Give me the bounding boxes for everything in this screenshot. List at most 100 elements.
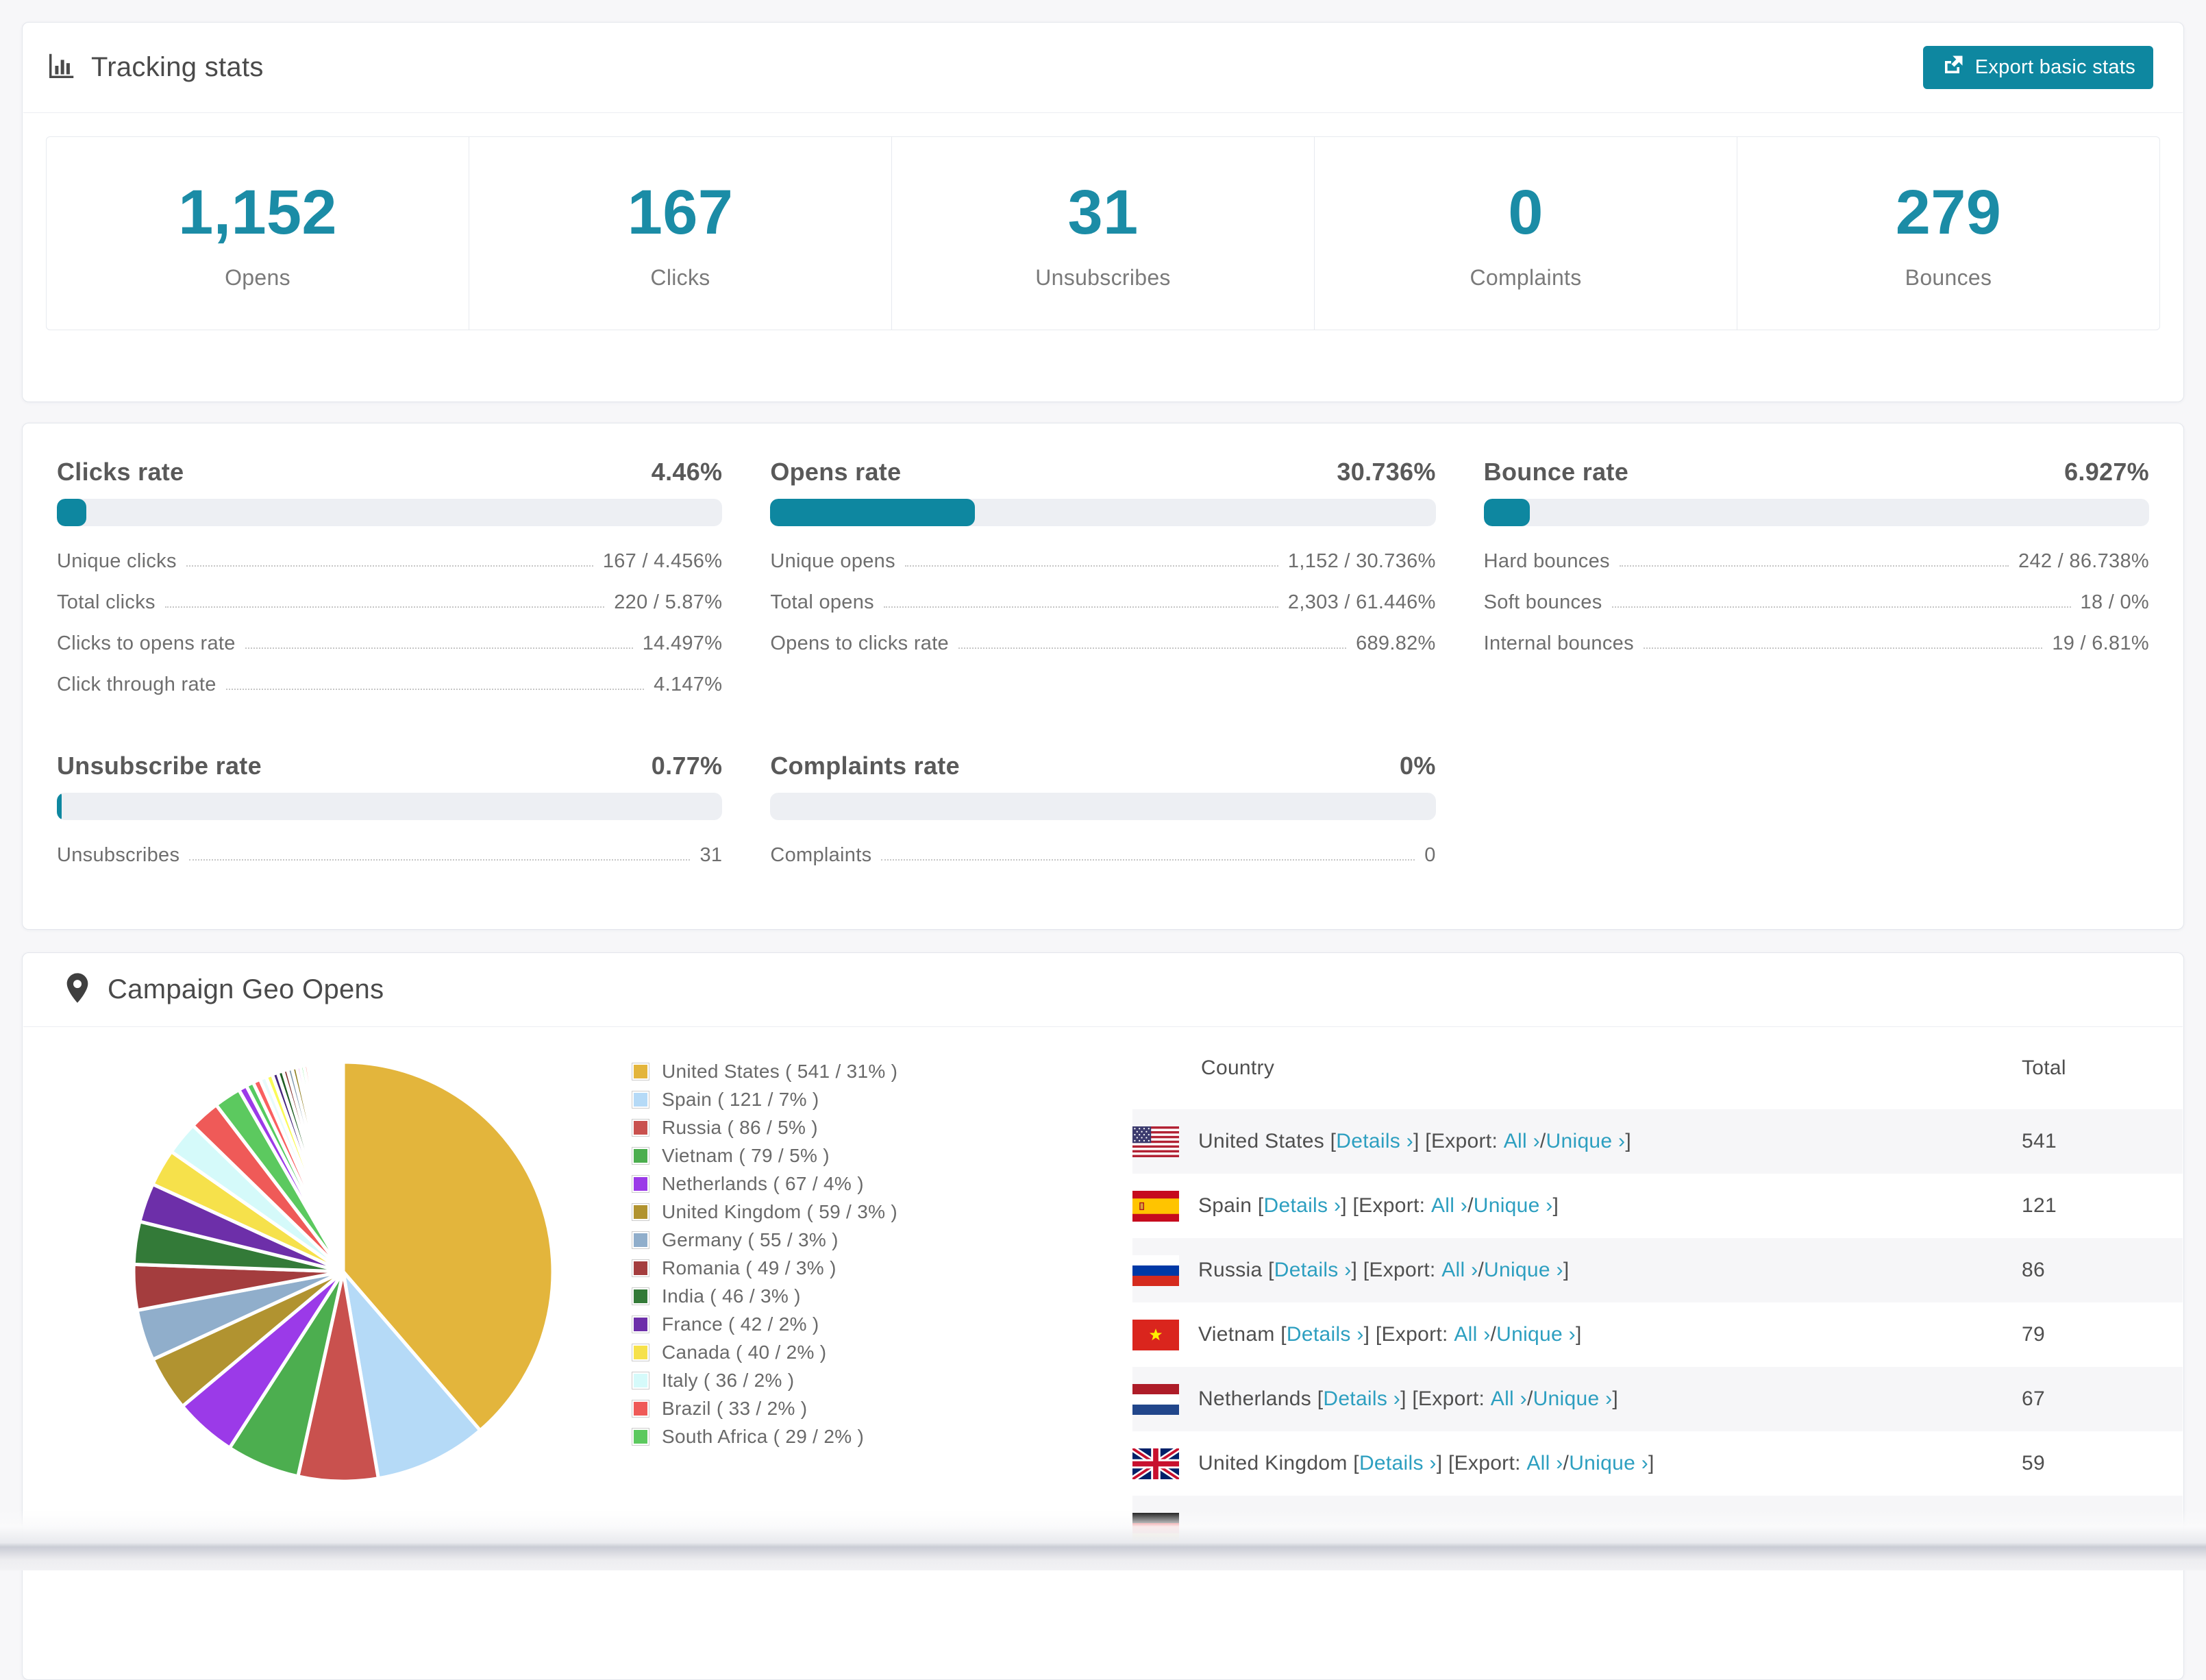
export-unique-link[interactable]: Unique › bbox=[1533, 1387, 1613, 1411]
rate-title: Bounce rate bbox=[1483, 458, 1629, 486]
export-unique-link[interactable]: Unique › bbox=[1569, 1452, 1648, 1475]
export-unique-link[interactable]: Unique › bbox=[1474, 1194, 1553, 1218]
rate-card-bounce-rate: Bounce rate 6.927% Hard bounces 242 / 86.73… bbox=[1483, 458, 2149, 705]
detail-label: Unsubscribes bbox=[57, 843, 180, 866]
stat-value: 279 bbox=[1895, 177, 2002, 247]
export-all-link[interactable]: All › bbox=[1431, 1194, 1467, 1218]
table-row-spain: Spain [Details ›] [Export: All › / Uniqu… bbox=[1132, 1174, 2183, 1238]
legend-swatch bbox=[632, 1062, 649, 1080]
legend-swatch bbox=[632, 1287, 649, 1305]
details-link[interactable]: Details › bbox=[1359, 1452, 1437, 1475]
dotted-leader bbox=[225, 689, 645, 690]
country-name: United Kingdom bbox=[1198, 1452, 1348, 1474]
legend-swatch bbox=[632, 1259, 649, 1277]
total-value: 86 bbox=[2022, 1259, 2045, 1281]
total-value: 121 bbox=[2022, 1194, 2057, 1217]
legend-swatch-color bbox=[634, 1261, 647, 1275]
detail-label: Total clicks bbox=[57, 591, 156, 613]
dotted-leader bbox=[904, 565, 1278, 567]
legend-item-italy: Italy ( 36 / 2% ) bbox=[632, 1366, 897, 1394]
progress-bar bbox=[770, 499, 1436, 526]
flag-es-icon bbox=[1132, 1190, 1179, 1222]
legend-label: Vietnam ( 79 / 5% ) bbox=[662, 1144, 830, 1166]
rate-card-clicks-rate: Clicks rate 4.46% Unique clicks 167 / 4.456… bbox=[57, 458, 723, 705]
export-icon bbox=[1941, 53, 1966, 83]
rate-value: 0% bbox=[1400, 752, 1436, 780]
export-all-link[interactable]: All › bbox=[1504, 1130, 1540, 1153]
rate-card-header: Unsubscribe rate 0.77% bbox=[57, 752, 722, 780]
export-unique-link[interactable]: Unique › bbox=[1496, 1323, 1576, 1346]
export-basic-stats-button[interactable]: Export basic stats bbox=[1922, 46, 2153, 89]
geo-opens-pie-chart bbox=[124, 1052, 562, 1491]
export-all-link[interactable]: All › bbox=[1526, 1452, 1563, 1475]
stat-value: 0 bbox=[1508, 177, 1544, 247]
column-header-total: Total bbox=[2022, 1056, 2066, 1079]
legend-swatch-color bbox=[634, 1176, 647, 1191]
details-link[interactable]: Details › bbox=[1274, 1259, 1352, 1282]
dotted-leader bbox=[189, 859, 691, 861]
legend-swatch-color bbox=[634, 1289, 647, 1303]
legend-swatch-color bbox=[634, 1148, 647, 1163]
stat-card-complaints: 0 Complaints bbox=[1315, 137, 1737, 330]
legend-label: Spain ( 121 / 7% ) bbox=[662, 1088, 819, 1110]
export-all-link[interactable]: All › bbox=[1441, 1259, 1478, 1282]
legend-item-vietnam: Vietnam ( 79 / 5% ) bbox=[632, 1141, 897, 1170]
flag-us-icon bbox=[1132, 1126, 1179, 1157]
total-value: 67 bbox=[2022, 1387, 2045, 1410]
rate-detail-rows: Unique opens 1,152 / 30.736% Total opens 2,… bbox=[770, 541, 1435, 664]
legend-label: Romania ( 49 / 3% ) bbox=[662, 1257, 836, 1278]
country-cell: Vietnam [Details ›] [Export: All › / Uni… bbox=[1132, 1319, 2022, 1350]
details-link[interactable]: Details › bbox=[1287, 1323, 1364, 1346]
stat-card-opens: 1,152 Opens bbox=[47, 137, 469, 330]
detail-label: Hard bounces bbox=[1483, 549, 1610, 572]
legend-swatch bbox=[632, 1202, 649, 1221]
export-unique-link[interactable]: Unique › bbox=[1484, 1259, 1563, 1282]
legend-item-brazil: Brazil ( 33 / 2% ) bbox=[632, 1394, 897, 1422]
stat-label: Opens bbox=[225, 264, 290, 290]
dotted-leader bbox=[881, 859, 1415, 861]
stat-label: Clicks bbox=[650, 264, 710, 290]
progress-bar bbox=[57, 793, 723, 820]
details-link[interactable]: Details › bbox=[1264, 1194, 1341, 1218]
details-link[interactable]: Details › bbox=[1323, 1387, 1400, 1411]
stat-label: Complaints bbox=[1470, 264, 1582, 290]
rate-card-header: Clicks rate 4.46% bbox=[57, 458, 722, 486]
legend-swatch-color bbox=[634, 1092, 647, 1107]
legend-item-south-africa: South Africa ( 29 / 2% ) bbox=[632, 1422, 897, 1450]
rate-detail-row: Hard bounces 242 / 86.738% bbox=[1484, 541, 2149, 582]
progress-bar-fill bbox=[57, 793, 62, 820]
stat-label: Unsubscribes bbox=[1035, 264, 1171, 290]
detail-value: 220 / 5.87% bbox=[614, 591, 723, 613]
map-pin-icon bbox=[64, 972, 91, 1008]
legend-label: Russia ( 86 / 5% ) bbox=[662, 1116, 818, 1138]
export-all-link[interactable]: All › bbox=[1491, 1387, 1527, 1411]
country-name: Spain bbox=[1198, 1194, 1252, 1217]
legend-swatch bbox=[632, 1231, 649, 1249]
legend-label: South Africa ( 29 / 2% ) bbox=[662, 1425, 865, 1447]
legend-swatch-color bbox=[634, 1373, 647, 1387]
details-link[interactable]: Details › bbox=[1336, 1130, 1413, 1153]
detail-value: 0 bbox=[1424, 843, 1436, 866]
country-cell: Russia [Details ›] [Export: All › / Uniq… bbox=[1132, 1255, 2022, 1286]
geo-header: Campaign Geo Opens bbox=[23, 953, 2183, 1026]
total-value: 59 bbox=[2022, 1452, 2045, 1474]
stat-value: 167 bbox=[627, 177, 734, 247]
legend-item-russia: Russia ( 86 / 5% ) bbox=[632, 1113, 897, 1141]
legend-item-united-states: United States ( 541 / 31% ) bbox=[632, 1057, 897, 1085]
legend-item-romania: Romania ( 49 / 3% ) bbox=[632, 1254, 897, 1282]
dotted-leader bbox=[186, 565, 593, 567]
rate-card-header: Opens rate 30.736% bbox=[770, 458, 1435, 486]
flag-gb-icon bbox=[1132, 1448, 1179, 1479]
rate-title: Opens rate bbox=[770, 458, 902, 486]
rate-value: 6.927% bbox=[2064, 458, 2149, 486]
legend-swatch-color bbox=[634, 1064, 647, 1078]
detail-value: 4.147% bbox=[654, 673, 723, 695]
detail-label: Click through rate bbox=[57, 673, 216, 695]
country-cell: United Kingdom [Details ›] [Export: All … bbox=[1132, 1448, 2022, 1479]
geo-country-table: Country Total United States [Details ›] [… bbox=[1132, 1026, 2183, 1560]
export-all-link[interactable]: All › bbox=[1454, 1323, 1490, 1346]
progress-bar-fill bbox=[1483, 499, 1530, 526]
table-row-russia: Russia [Details ›] [Export: All › / Uniq… bbox=[1132, 1238, 2183, 1302]
export-unique-link[interactable]: Unique › bbox=[1546, 1130, 1626, 1153]
bottom-bar bbox=[0, 1547, 2206, 1570]
